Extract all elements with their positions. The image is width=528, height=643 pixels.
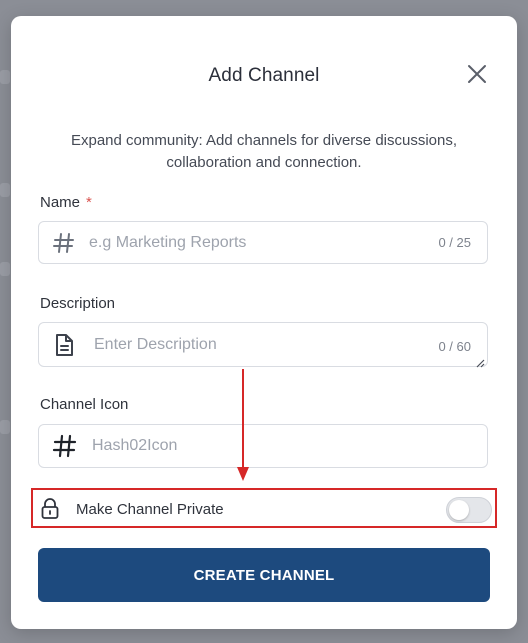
channel-icon-field[interactable] (38, 424, 488, 468)
name-field[interactable]: 0 / 25 (38, 221, 488, 264)
description-label: Description (40, 295, 116, 312)
name-char-counter: 0 / 25 (438, 235, 471, 250)
modal-description: Expand community: Add channels for diver… (70, 132, 458, 171)
close-icon[interactable] (467, 64, 487, 84)
background-element (0, 420, 10, 434)
hash-icon (52, 433, 78, 459)
resize-handle-icon[interactable] (476, 355, 485, 368)
required-mark: * (86, 194, 92, 211)
toggle-knob (449, 500, 469, 520)
name-label: Name * (40, 194, 92, 211)
make-private-label: Make Channel Private (76, 501, 224, 518)
modal-title: Add Channel (208, 65, 320, 86)
channel-icon-input[interactable] (92, 425, 412, 467)
name-label-text: Name (40, 194, 81, 211)
annotation-arrow (235, 369, 251, 483)
name-input[interactable] (89, 222, 409, 263)
hash-icon (51, 230, 77, 256)
description-char-counter: 0 / 60 (438, 339, 471, 354)
channel-icon-label: Channel Icon (40, 396, 129, 413)
lock-icon (40, 498, 60, 520)
background-element (0, 183, 10, 197)
background-element (0, 262, 10, 276)
description-input[interactable] (94, 323, 414, 366)
description-field[interactable]: 0 / 60 (38, 322, 488, 368)
create-channel-button[interactable]: CREATE CHANNEL (38, 548, 490, 602)
background-element (0, 70, 10, 84)
make-private-row: Make Channel Private (31, 488, 497, 528)
make-private-toggle[interactable] (446, 497, 492, 523)
add-channel-modal: Add Channel Expand community: Add channe… (11, 16, 517, 629)
document-icon (51, 332, 77, 358)
